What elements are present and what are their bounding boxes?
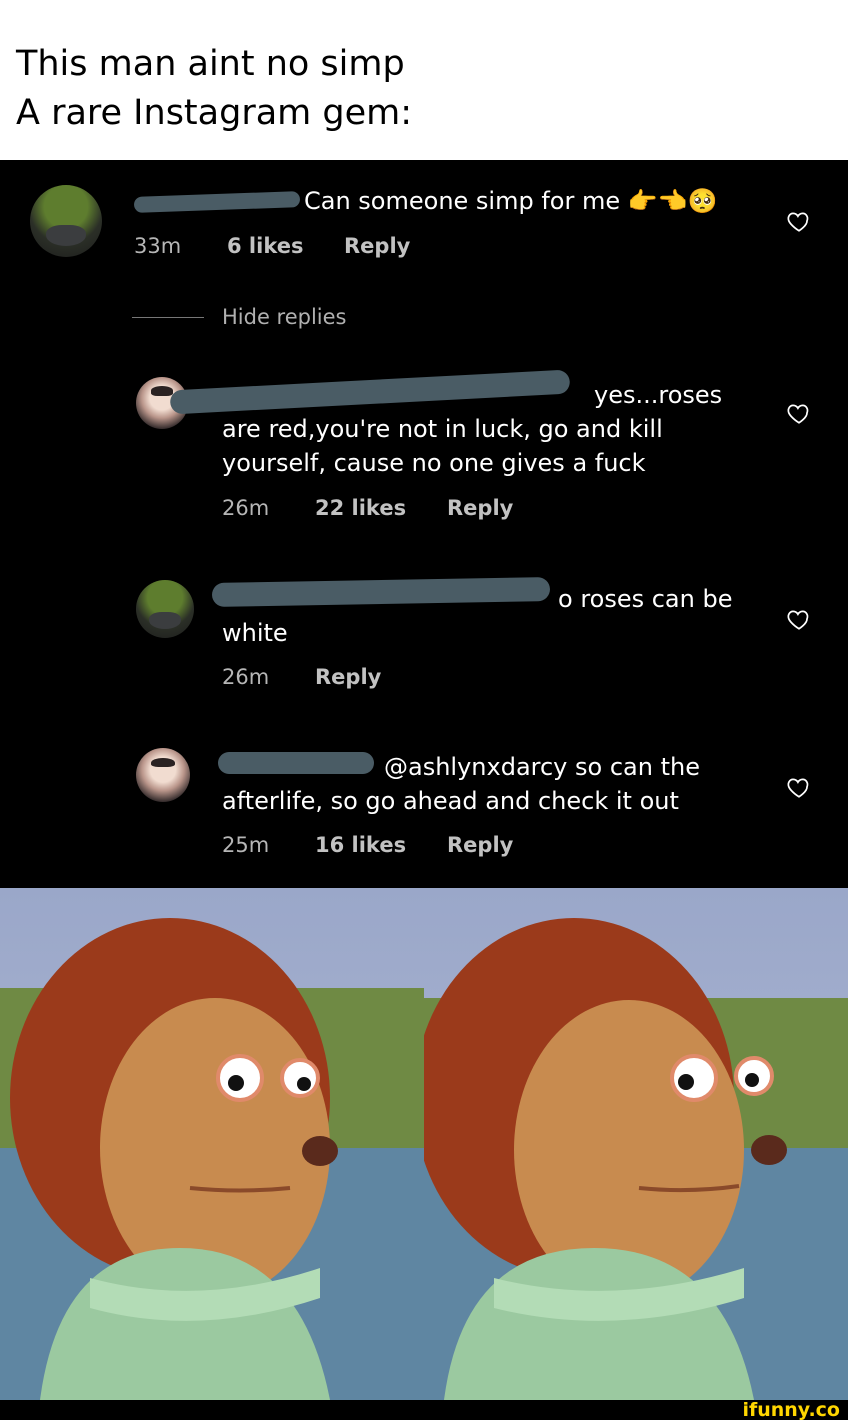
commenter-avatar[interactable] (30, 185, 102, 257)
comment-text: Can someone simp for me 👉👈🥺 (304, 187, 718, 215)
heart-outline-icon[interactable] (786, 606, 812, 632)
comment-time: 33m (134, 234, 182, 258)
instagram-comments: Can someone simp for me 👉👈🥺 33m 6 likes … (0, 160, 848, 888)
comment-text-line: @ashlynxdarcy so can the (384, 753, 700, 781)
footer-bar: ifunny.co (0, 1399, 848, 1421)
monkey-puppet-image (424, 888, 848, 1400)
reply-button[interactable]: Reply (315, 665, 381, 689)
comment-time: 25m (222, 833, 270, 857)
commenter-avatar[interactable] (136, 748, 190, 802)
heart-outline-icon[interactable] (786, 208, 812, 234)
comment-likes[interactable]: 6 likes (227, 234, 303, 258)
comment-text-line: o roses can be (558, 585, 733, 613)
comment-text-line: are red,you're not in luck, go and kill (222, 415, 663, 443)
comment-likes[interactable]: 22 likes (315, 496, 406, 520)
commenter-avatar[interactable] (136, 580, 194, 638)
hide-replies-divider (132, 317, 204, 318)
heart-outline-icon[interactable] (786, 774, 812, 800)
reply-button[interactable]: Reply (344, 234, 410, 258)
meme-panel-left (0, 888, 424, 1400)
comment-text-line: white (222, 619, 288, 647)
redacted-username (133, 191, 301, 213)
redacted-username (218, 752, 374, 774)
ifunny-watermark: ifunny.co (742, 1399, 840, 1421)
caption-line-1: This man aint no simp (16, 44, 405, 84)
comment-time: 26m (222, 665, 270, 689)
comment-likes[interactable]: 16 likes (315, 833, 406, 857)
hide-replies-button[interactable]: Hide replies (222, 305, 347, 329)
monkey-puppet-image (0, 888, 424, 1400)
comment-time: 26m (222, 496, 270, 520)
caption-line-2: A rare Instagram gem: (16, 93, 413, 133)
redacted-username (169, 369, 571, 415)
heart-outline-icon[interactable] (786, 400, 812, 426)
comment-text-line: afterlife, so go ahead and check it out (222, 787, 679, 815)
redacted-username (211, 577, 551, 607)
comment-text-line: yourself, cause no one gives a fuck (222, 449, 646, 477)
reply-button[interactable]: Reply (447, 496, 513, 520)
meme-caption: This man aint no simp A rare Instagram g… (0, 0, 848, 160)
comment-text-line: yes...roses (594, 381, 723, 409)
reply-button[interactable]: Reply (447, 833, 513, 857)
monkey-puppet-meme (0, 888, 848, 1400)
meme-panel-right (424, 888, 848, 1400)
